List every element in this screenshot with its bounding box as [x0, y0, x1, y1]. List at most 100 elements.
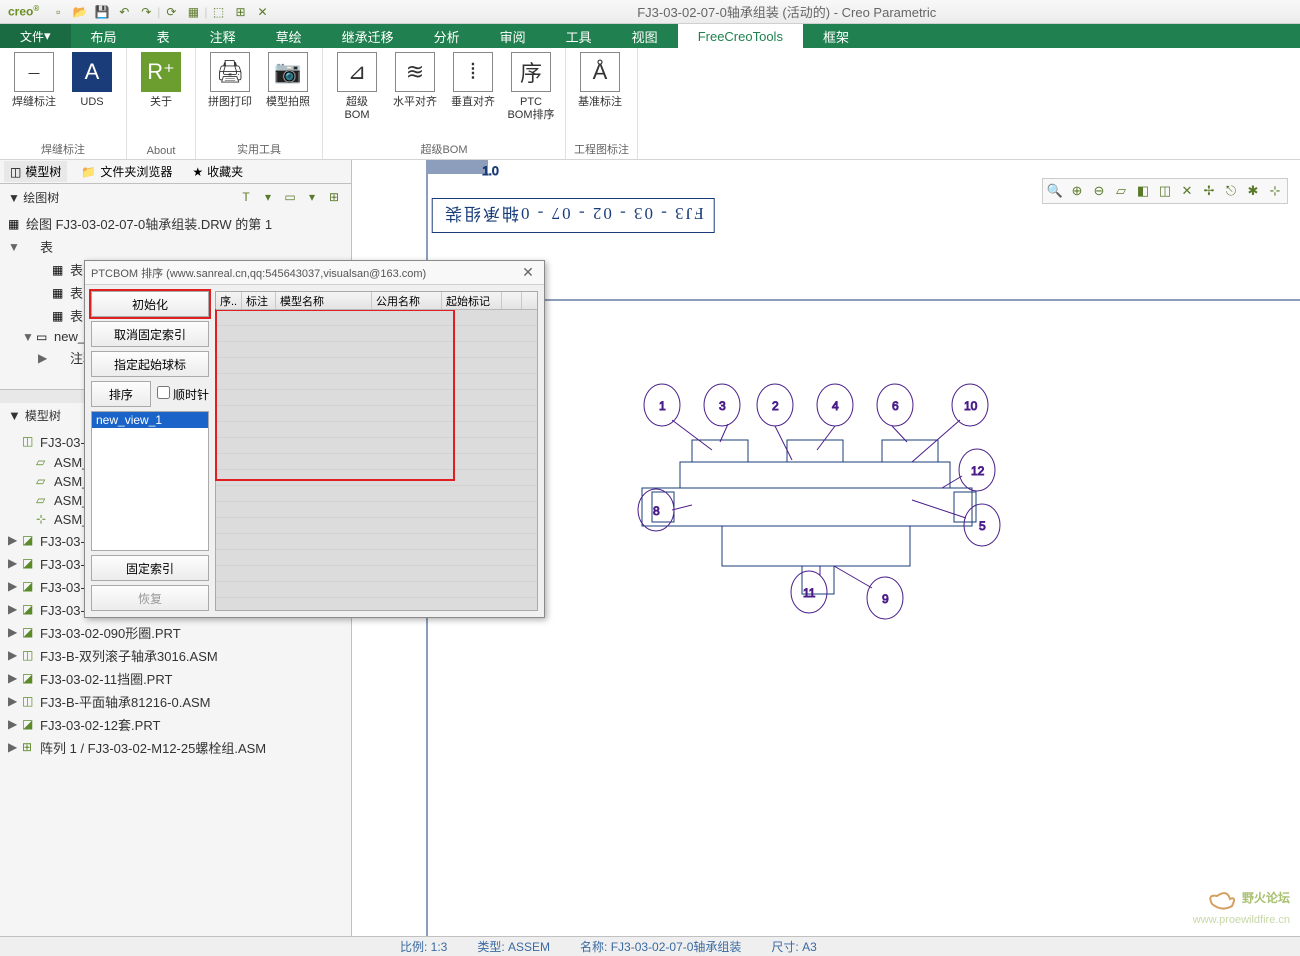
ribbon-模型拍照[interactable]: 📷模型拍照: [262, 52, 314, 137]
cancel-fixed-button[interactable]: 取消固定索引: [91, 321, 209, 347]
view-list[interactable]: new_view_1: [91, 411, 209, 551]
panel-tabs: ◫模型树 📁文件夹浏览器 ★收藏夹: [0, 160, 351, 184]
ribbon-icon: R⁺: [141, 52, 181, 92]
ribbon-icon: 📷: [268, 52, 308, 92]
ribbon-icon: Å: [580, 52, 620, 92]
ribbon-拼图打印[interactable]: 🖨拼图打印: [204, 52, 256, 137]
ribbon-label: 关于: [150, 96, 172, 109]
model-item[interactable]: ▶⊞阵列 1 / FJ3-03-02-M12-25螺栓组.ASM: [0, 736, 351, 759]
ribbon-垂直对齐[interactable]: ⦙垂直对齐: [447, 52, 499, 137]
dialog-close-icon[interactable]: ✕: [518, 264, 538, 281]
drawing-label: FJ3 - 03 - 02 - 07 - 0轴承组装: [432, 198, 715, 233]
table-header-cell[interactable]: 公用名称: [372, 292, 442, 309]
refit-icon[interactable]: ▱: [1111, 181, 1131, 201]
datum-point-icon[interactable]: ✢: [1199, 181, 1219, 201]
repaint-icon[interactable]: ◧: [1133, 181, 1153, 201]
svg-text:9: 9: [882, 592, 889, 606]
ribbon-icon: ⎯: [14, 52, 54, 92]
zoom-out-icon[interactable]: ⊖: [1089, 181, 1109, 201]
save-icon[interactable]: 💾: [93, 3, 111, 21]
windows-icon[interactable]: ▦: [184, 3, 202, 21]
anno-icon[interactable]: ⊹: [1265, 181, 1285, 201]
model-item[interactable]: ▶◫FJ3-B-双列滚子轴承3016.ASM: [0, 644, 351, 667]
window-title: FJ3-03-02-07-0轴承组装 (活动的) - Creo Parametr…: [274, 2, 1300, 21]
menu-tab-6[interactable]: 审阅: [480, 24, 546, 48]
tree-tool-4-icon[interactable]: ▾: [303, 188, 321, 206]
display-icon[interactable]: ◫: [1155, 181, 1175, 201]
menu-tab-1[interactable]: 表: [137, 24, 190, 48]
panel-tab-收藏夹[interactable]: ★收藏夹: [186, 161, 249, 182]
qat2-icon[interactable]: ⊞: [232, 3, 250, 21]
status-name: 名称: FJ3-03-02-07-0轴承组装: [580, 938, 741, 955]
model-item[interactable]: ▶◫FJ3-B-平面轴承81216-0.ASM: [0, 690, 351, 713]
table-header-cell[interactable]: 标注: [242, 292, 276, 309]
list-item[interactable]: new_view_1: [92, 412, 208, 428]
tree-tool-2-icon[interactable]: ▾: [259, 188, 277, 206]
sort-button[interactable]: 排序: [91, 381, 151, 407]
ptcbom-dialog: PTCBOM 排序 (www.sanreal.cn,qq:545643037,v…: [84, 260, 545, 618]
table-header-cell[interactable]: 模型名称: [276, 292, 372, 309]
set-origin-button[interactable]: 指定起始球标: [91, 351, 209, 377]
init-button[interactable]: 初始化: [91, 291, 209, 317]
svg-text:2: 2: [772, 399, 779, 413]
redo-icon[interactable]: ↷: [137, 3, 155, 21]
ribbon-label: 垂直对齐: [451, 96, 495, 109]
ribbon-焊缝标注[interactable]: ⎯焊缝标注: [8, 52, 60, 137]
fix-index-button[interactable]: 固定索引: [91, 555, 209, 581]
ribbon-PTC-BOM排序[interactable]: 序PTCBOM排序: [505, 52, 557, 137]
menu-tab-5[interactable]: 分析: [414, 24, 480, 48]
bom-table[interactable]: 序..标注模型名称公用名称起始标记: [215, 291, 538, 611]
zoom-fit-icon[interactable]: 🔍: [1045, 181, 1065, 201]
table-header-cell[interactable]: 序..: [216, 292, 242, 309]
ribbon-基准标注[interactable]: Å基准标注: [574, 52, 626, 137]
status-type: 类型: ASSEM: [477, 938, 550, 955]
view-toolbar: 🔍 ⊕ ⊖ ▱ ◧ ◫ ✕ ✢ ⎋ ✱ ⊹: [1042, 178, 1288, 204]
tree-item[interactable]: ▼表: [0, 235, 351, 258]
menu-tab-3[interactable]: 草绘: [256, 24, 322, 48]
model-item[interactable]: ▶◪FJ3-03-02-11挡圈.PRT: [0, 667, 351, 690]
menu-file[interactable]: 文件 ▾: [0, 24, 71, 48]
ribbon-UDS[interactable]: AUDS: [66, 52, 118, 137]
model-item[interactable]: ▶◪FJ3-03-02-090形圈.PRT: [0, 621, 351, 644]
menu-tab-8[interactable]: 视图: [612, 24, 678, 48]
undo-icon[interactable]: ↶: [115, 3, 133, 21]
model-item[interactable]: ▶◪FJ3-03-02-12套.PRT: [0, 713, 351, 736]
svg-text:1.0: 1.0: [482, 164, 499, 178]
close-icon[interactable]: ✕: [254, 3, 272, 21]
cw-checkbox[interactable]: [157, 386, 170, 399]
status-size: 尺寸: A3: [771, 938, 816, 955]
new-icon[interactable]: ▫: [49, 3, 67, 21]
menu-tab-10[interactable]: 框架: [803, 24, 869, 48]
table-header-cell[interactable]: [502, 292, 522, 309]
ribbon-group-label: 超级BOM: [331, 137, 557, 157]
panel-tab-文件夹浏览器[interactable]: 📁文件夹浏览器: [75, 161, 178, 182]
tree-tool-3-icon[interactable]: ▭: [281, 188, 299, 206]
note-icon[interactable]: ✱: [1243, 181, 1263, 201]
open-icon[interactable]: 📂: [71, 3, 89, 21]
menu-tab-9[interactable]: FreeCreoTools: [678, 24, 803, 48]
csys-icon[interactable]: ⎋: [1221, 181, 1241, 201]
menu-tab-4[interactable]: 继承迁移: [322, 24, 414, 48]
svg-text:4: 4: [832, 399, 839, 413]
ribbon-icon: ≋: [395, 52, 435, 92]
menu-tab-0[interactable]: 布局: [71, 24, 137, 48]
cw-checkbox-label[interactable]: 顺时针: [157, 386, 209, 403]
zoom-in-icon[interactable]: ⊕: [1067, 181, 1087, 201]
tree-tool-1-icon[interactable]: T: [237, 188, 255, 206]
menu-tab-2[interactable]: 注释: [190, 24, 256, 48]
qat-icon[interactable]: ⬚: [210, 3, 228, 21]
drawing-root[interactable]: 绘图 FJ3-03-02-07-0轴承组装.DRW 的第 1: [26, 214, 272, 233]
tree-tool-5-icon[interactable]: ⊞: [325, 188, 343, 206]
svg-text:5: 5: [979, 519, 986, 533]
restore-button[interactable]: 恢复: [91, 585, 209, 611]
table-header-cell[interactable]: 起始标记: [442, 292, 502, 309]
regen-icon[interactable]: ⟳: [162, 3, 180, 21]
panel-tab-模型树[interactable]: ◫模型树: [4, 161, 67, 182]
menu-tab-7[interactable]: 工具: [546, 24, 612, 48]
ribbon-关于[interactable]: R⁺ 关于: [135, 52, 187, 141]
ribbon-水平对齐[interactable]: ≋水平对齐: [389, 52, 441, 137]
ribbon-超级-BOM[interactable]: ⊿超级BOM: [331, 52, 383, 137]
svg-text:11: 11: [803, 586, 816, 600]
datum-axis-icon[interactable]: ✕: [1177, 181, 1197, 201]
svg-text:8: 8: [653, 504, 660, 518]
